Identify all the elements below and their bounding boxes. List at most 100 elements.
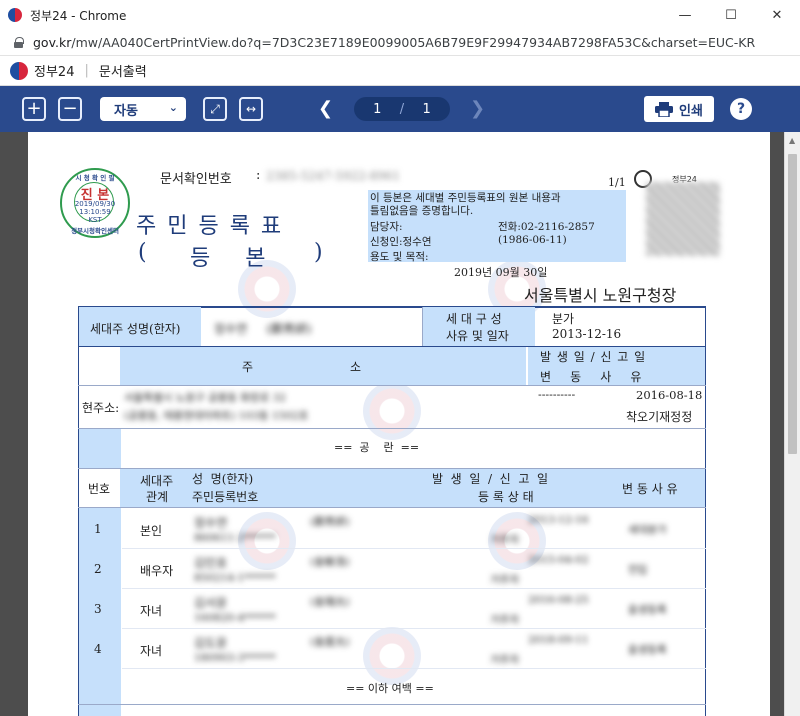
issue-date: 2019년 09월 30일 [454, 266, 548, 279]
address-bar[interactable]: gov.kr/mw/AA040CertPrintView.do?q=7D3C23… [0, 30, 800, 56]
seal-time: 13:10:59 [79, 208, 111, 216]
document-title: 주 민 등 록 표 [136, 214, 284, 239]
government-logo-icon [8, 8, 22, 22]
table-rule [78, 385, 706, 386]
seal-top-text: 시 청 확 인 필 [75, 174, 115, 182]
document-viewer[interactable]: 시 청 확 인 필 진 본 2019/09/30 13:10:59 KST 정부… [0, 132, 800, 716]
table-rule [122, 588, 706, 589]
member-reason: 전입 [628, 564, 648, 576]
member-hanja: (鄭秀妍) [310, 516, 350, 528]
chevron-down-icon: ⌄ [168, 101, 178, 114]
left-gutter-cell [79, 429, 121, 469]
member-status: 거주자 [490, 654, 519, 666]
seal-timezone: KST [88, 216, 102, 224]
member-name: 김서윤 [194, 596, 228, 610]
table-rule [78, 507, 706, 508]
current-address-line-1: 서울특별시 노원구 공릉동 화랑로 32 [124, 392, 286, 404]
member-status: 거주자 [490, 534, 519, 546]
member-relation: 자녀 [140, 604, 163, 618]
zoom-out-button[interactable]: − [58, 97, 82, 121]
address-col-1: 주 [242, 360, 254, 374]
site-header: 정부24 | 문서출력 [0, 56, 800, 86]
member-relation: 본인 [140, 524, 163, 538]
change-header: 변 동 사 유 [540, 370, 642, 384]
print-label: 인쇄 [679, 103, 703, 119]
member-status: 거주자 [490, 614, 519, 626]
address-col-2: 소 [350, 360, 362, 374]
member-date: 2015-04-02 [528, 554, 589, 566]
url-host: gov.kr [33, 35, 72, 50]
member-hanja: (金敏浩) [310, 556, 350, 568]
minimize-button[interactable]: — [662, 0, 708, 30]
url-text[interactable]: gov.kr/mw/AA040CertPrintView.do?q=7D3C23… [33, 35, 755, 50]
applicant-label: 신청인:정수연 [370, 236, 432, 248]
issuer-name: 서울특별시 노원구청장 [524, 286, 677, 305]
member-no: 3 [94, 602, 102, 616]
viewer-toolbar: + − 자동 ⌄ ⤢ ↔ ❮ 1 / 1 ❯ 인쇄 ? [0, 86, 800, 132]
table-rule [122, 628, 706, 629]
vertical-scrollbar[interactable]: ▲ [784, 132, 800, 716]
member-relation: 자녀 [140, 644, 163, 658]
page-title: 문서출력 [98, 65, 147, 80]
subtitle-open-paren: ( [138, 240, 147, 265]
address-header-cell [120, 347, 526, 385]
page-separator: / [399, 101, 405, 117]
member-date: 2013-12-16 [528, 514, 589, 526]
table-rule [122, 668, 706, 669]
zoom-value: 자동 [114, 103, 138, 119]
zoom-in-button[interactable]: + [22, 97, 46, 121]
household-reason: 분가 [552, 312, 575, 326]
col-rel-2: 관계 [146, 490, 169, 504]
doc-check-label: 문서확인번호 [160, 172, 232, 187]
seal-date: 2019/09/30 [74, 200, 116, 208]
table-rule [122, 548, 706, 549]
authentication-seal: 시 청 확 인 필 진 본 2019/09/30 13:10:59 KST 정부… [60, 168, 130, 238]
member-name: 김민호 [194, 556, 228, 570]
current-page[interactable]: 1 [373, 102, 381, 117]
fit-page-icon[interactable]: ⤢ [203, 97, 227, 121]
member-no: 2 [94, 562, 102, 576]
window-title: 정부24 - Chrome [30, 8, 127, 23]
maximize-button[interactable]: ☐ [708, 0, 754, 30]
notice-line-2: 틀림없음을 증명합니다. [370, 205, 474, 217]
member-no: 4 [94, 642, 102, 656]
address-dashes: ---------- [538, 388, 576, 401]
member-rrn: 850214-1****** [194, 572, 276, 584]
member-reason: 출생등록 [628, 604, 667, 616]
page-indicator: 1 / 1 [354, 97, 450, 121]
next-page-button[interactable]: ❯ [470, 98, 485, 119]
document-page: 시 청 확 인 필 진 본 2019/09/30 13:10:59 KST 정부… [28, 132, 770, 716]
prev-page-button[interactable]: ❮ [318, 98, 333, 119]
contact-label: 담당자: [370, 221, 403, 233]
col-status: 등 록 상 태 [478, 490, 534, 504]
member-name: 김도윤 [194, 636, 228, 650]
member-hanja: (金瑞允) [310, 596, 350, 608]
lock-icon [14, 37, 24, 48]
col-occur: 발 생 일 / 신 고 일 [432, 472, 549, 486]
col-rel-1: 세대주 [140, 474, 174, 488]
household-date: 2013-12-16 [552, 327, 622, 341]
applicant-birth: (1986-06-11) [498, 234, 567, 246]
member-rrn: 160820-4****** [194, 612, 276, 624]
member-relation: 배우자 [140, 564, 174, 578]
seal-bottom-text: 정부시청확인센터 [71, 227, 119, 235]
print-button[interactable]: 인쇄 [644, 96, 714, 122]
contact-phone: 전화:02-2116-2857 [498, 221, 595, 233]
member-date: 2018-09-11 [528, 634, 589, 646]
below-blank-label: == 이하 여백 == [346, 682, 434, 695]
zoom-select[interactable]: 자동 ⌄ [100, 97, 186, 121]
member-reason: 세대분가 [628, 524, 667, 536]
purpose-label: 용도 및 목적: [370, 251, 429, 263]
subtitle-close-paren: ) [314, 240, 323, 265]
member-hanja: (金度允) [310, 636, 350, 648]
fit-width-icon[interactable]: ↔ [239, 97, 263, 121]
scroll-up-arrow-icon[interactable]: ▲ [789, 136, 795, 145]
household-label-2: 사유 및 일자 [446, 329, 509, 343]
member-reason: 출생등록 [628, 644, 667, 656]
close-button[interactable]: ✕ [754, 0, 800, 30]
qr-code-image [646, 182, 720, 256]
scrollbar-thumb[interactable] [788, 154, 797, 454]
gov24-logo-icon [10, 61, 28, 80]
help-button[interactable]: ? [730, 98, 752, 120]
table-rule [78, 428, 706, 429]
